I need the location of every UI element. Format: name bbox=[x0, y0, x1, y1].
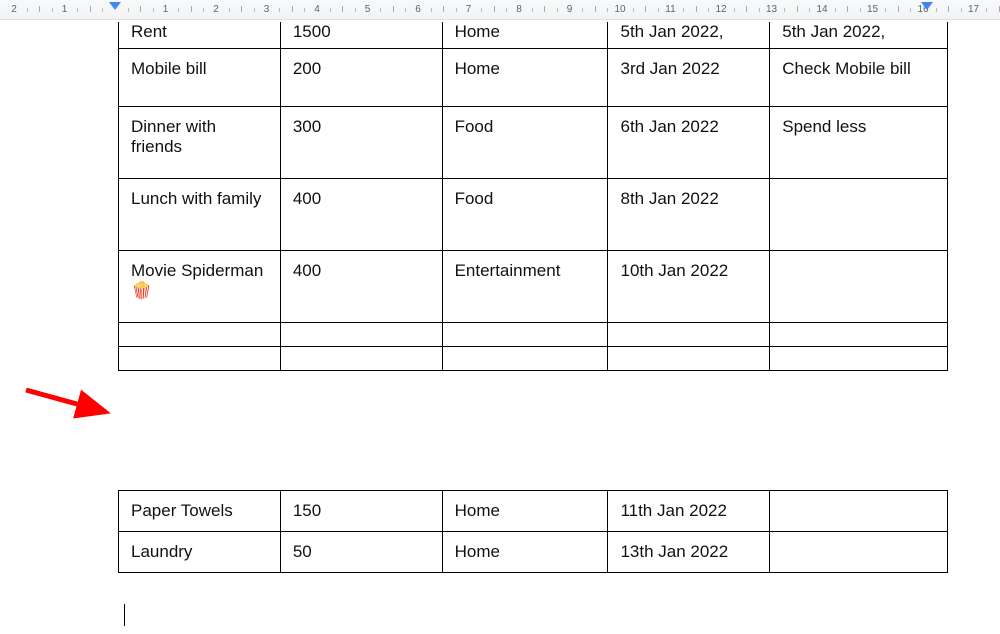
table-row[interactable]: Dinner with friends300Food6th Jan 2022Sp… bbox=[119, 107, 948, 179]
table-cell[interactable]: Rent bbox=[119, 22, 281, 49]
table-cell[interactable]: 1500 bbox=[280, 22, 442, 49]
horizontal-ruler[interactable]: 211234567891011121314151617 bbox=[0, 0, 1000, 20]
table-row[interactable] bbox=[119, 323, 948, 347]
ruler-number: 11 bbox=[665, 4, 675, 15]
text-cursor bbox=[124, 604, 125, 626]
table-cell[interactable]: Entertainment bbox=[442, 251, 608, 323]
ruler-number: 15 bbox=[867, 4, 878, 15]
ruler-number: 9 bbox=[567, 4, 573, 15]
table-cell[interactable]: Check Mobile bill bbox=[770, 49, 948, 107]
table-cell[interactable]: Food bbox=[442, 107, 608, 179]
table-cell[interactable]: Home bbox=[442, 491, 608, 532]
ruler-number: 6 bbox=[415, 4, 421, 15]
ruler-number: 5 bbox=[365, 4, 371, 15]
ruler-number: 10 bbox=[614, 4, 625, 15]
table-cell[interactable]: 5th Jan 2022, bbox=[770, 22, 948, 49]
ruler-number: 17 bbox=[968, 4, 979, 15]
table-cell[interactable]: 50 bbox=[280, 532, 442, 573]
ruler-number: 1 bbox=[163, 4, 169, 15]
table-cell[interactable]: Home bbox=[442, 532, 608, 573]
table-cell[interactable]: 3rd Jan 2022 bbox=[608, 49, 770, 107]
table-cell[interactable]: Food bbox=[442, 179, 608, 251]
table-cell[interactable]: 5th Jan 2022, bbox=[608, 22, 770, 49]
table-row[interactable]: Movie Spiderman 🍿400Entertainment10th Ja… bbox=[119, 251, 948, 323]
table-cell[interactable] bbox=[280, 347, 442, 371]
table-cell[interactable] bbox=[770, 532, 948, 573]
table-cell[interactable]: Paper Towels bbox=[119, 491, 281, 532]
ruler-number: 8 bbox=[516, 4, 522, 15]
table-cell[interactable] bbox=[119, 323, 281, 347]
table-cell[interactable]: 10th Jan 2022 bbox=[608, 251, 770, 323]
table-cell[interactable] bbox=[770, 323, 948, 347]
ruler-number: 7 bbox=[466, 4, 472, 15]
ruler-number: 13 bbox=[766, 4, 777, 15]
table-cell[interactable]: 200 bbox=[280, 49, 442, 107]
ruler-number: 2 bbox=[213, 4, 219, 15]
table-cell[interactable]: Lunch with family bbox=[119, 179, 281, 251]
expenses-table-2[interactable]: Paper Towels150Home11th Jan 2022Laundry5… bbox=[118, 490, 948, 573]
expenses-table-1[interactable]: Rent1500Home5th Jan 2022,5th Jan 2022,Mo… bbox=[118, 22, 948, 371]
table-cell[interactable]: Movie Spiderman 🍿 bbox=[119, 251, 281, 323]
table-cell[interactable]: Dinner with friends bbox=[119, 107, 281, 179]
table-cell[interactable] bbox=[608, 323, 770, 347]
table-row[interactable]: Mobile bill200Home3rd Jan 2022Check Mobi… bbox=[119, 49, 948, 107]
annotation-arrow-icon bbox=[22, 382, 122, 422]
table-cell[interactable] bbox=[442, 323, 608, 347]
table-cell[interactable]: 6th Jan 2022 bbox=[608, 107, 770, 179]
table-cell[interactable]: 8th Jan 2022 bbox=[608, 179, 770, 251]
table-cell[interactable]: Mobile bill bbox=[119, 49, 281, 107]
table-cell[interactable] bbox=[608, 347, 770, 371]
table-cell[interactable]: 13th Jan 2022 bbox=[608, 532, 770, 573]
table-cell[interactable]: Spend less bbox=[770, 107, 948, 179]
table-cell[interactable]: 300 bbox=[280, 107, 442, 179]
table-cell[interactable]: 400 bbox=[280, 251, 442, 323]
left-indent-marker[interactable] bbox=[109, 2, 121, 10]
ruler-number: 3 bbox=[264, 4, 270, 15]
table-cell[interactable] bbox=[770, 251, 948, 323]
table-cell[interactable] bbox=[770, 179, 948, 251]
table-cell[interactable]: Laundry bbox=[119, 532, 281, 573]
right-indent-marker[interactable] bbox=[921, 2, 933, 10]
table-cell[interactable] bbox=[770, 347, 948, 371]
table-cell[interactable]: 11th Jan 2022 bbox=[608, 491, 770, 532]
table-cell[interactable]: 150 bbox=[280, 491, 442, 532]
table-cell[interactable] bbox=[442, 347, 608, 371]
ruler-number: 4 bbox=[314, 4, 320, 15]
ruler-number: 12 bbox=[715, 4, 726, 15]
ruler-number: 1 bbox=[62, 4, 68, 15]
ruler-number: 2 bbox=[11, 4, 17, 15]
table-cell[interactable]: Home bbox=[442, 49, 608, 107]
table-row[interactable]: Laundry50Home13th Jan 2022 bbox=[119, 532, 948, 573]
table-row[interactable]: Lunch with family400Food8th Jan 2022 bbox=[119, 179, 948, 251]
table-cell[interactable] bbox=[280, 323, 442, 347]
table-row[interactable] bbox=[119, 347, 948, 371]
table-row[interactable]: Rent1500Home5th Jan 2022,5th Jan 2022, bbox=[119, 22, 948, 49]
table-row[interactable]: Paper Towels150Home11th Jan 2022 bbox=[119, 491, 948, 532]
table-cell[interactable] bbox=[119, 347, 281, 371]
ruler-number: 14 bbox=[816, 4, 827, 15]
table-cell[interactable] bbox=[770, 491, 948, 532]
table-cell[interactable]: 400 bbox=[280, 179, 442, 251]
table-cell[interactable]: Home bbox=[442, 22, 608, 49]
